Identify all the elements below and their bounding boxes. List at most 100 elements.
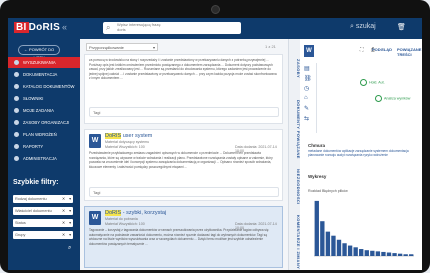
filter-owner[interactable]: Właściciel dokumentu ✕ ▾ bbox=[13, 207, 73, 215]
file-icon[interactable]: ▤ bbox=[304, 65, 312, 75]
result-snippet: Tagowanie – korzystaj z tagowania dokume… bbox=[89, 228, 269, 246]
logo-prefix: BI bbox=[14, 22, 29, 33]
chart-bar bbox=[336, 239, 342, 256]
chart-bar bbox=[331, 235, 336, 256]
result-meta: Materiał Wszystkich: 100 bbox=[105, 145, 145, 149]
sidebar: ← POWRÓT DO LISTY WYSZUKIWANIA DOKUMENTA… bbox=[8, 39, 80, 270]
chart-bar bbox=[353, 247, 358, 256]
chart-bar bbox=[359, 249, 364, 256]
preview-panel: W ⛶ ⎙ ‹ PODGLĄD POWIĄZANE TREŚCI ▤ ⛓ ◷ ⌂… bbox=[300, 39, 422, 270]
document-icon bbox=[14, 72, 19, 78]
chart-bar bbox=[397, 253, 403, 256]
add-filter-icon[interactable]: + bbox=[65, 196, 68, 202]
sort-select[interactable]: Przyporządkowanie ▾ bbox=[86, 43, 158, 51]
share-icon[interactable]: ⇆ bbox=[304, 115, 312, 125]
chart-bar bbox=[364, 250, 369, 256]
top-search-icon[interactable]: ⌕ szukaj bbox=[350, 23, 376, 31]
filter-search-icon[interactable]: ⌕ bbox=[68, 245, 71, 252]
chart-bar bbox=[342, 243, 347, 256]
chart-bar bbox=[325, 231, 331, 256]
tab-preview[interactable]: PODGLĄD bbox=[372, 47, 392, 52]
result-snippet: Przedstawienie przykładowego zestawu zag… bbox=[89, 151, 273, 169]
app-screen: BI DoRIS « ⌕ Wpisz interesującą frazę dori… bbox=[8, 18, 422, 270]
chart-bar bbox=[381, 251, 386, 256]
result-meta: Materiał Wszystkich: 100 bbox=[105, 222, 145, 226]
chevron-down-icon: ▾ bbox=[69, 197, 71, 201]
sidebar-item-tasks[interactable]: MOJE ZADANIA bbox=[8, 105, 80, 116]
result-snippet: za pomocą w środowisku na stosy i rozprz… bbox=[89, 58, 277, 81]
results-list: Przyporządkowanie ▾ 1 z 21 za pomocą w śr… bbox=[80, 39, 288, 270]
bookmark-icon[interactable]: ✎ bbox=[304, 105, 312, 115]
global-search-input[interactable]: ⌕ Wpisz interesującą frazę doris bbox=[103, 22, 241, 34]
chart-bar bbox=[375, 251, 381, 256]
result-card[interactable]: za pomocą w środowisku na stosy i rozprz… bbox=[84, 54, 283, 124]
chart-caption: Rozkład Błędnych plików bbox=[308, 189, 348, 193]
preview-side-icons: ▤ ⛓ ◷ ⌂ ✎ ⇆ bbox=[304, 65, 312, 125]
sidebar-item-search[interactable]: WYSZUKIWANIA bbox=[8, 57, 80, 68]
tags-field[interactable]: Tagi bbox=[89, 107, 279, 117]
sidebar-item-documentation[interactable]: DOKUMENTACJA bbox=[8, 69, 80, 80]
link-icon[interactable]: ⛓ bbox=[304, 75, 312, 85]
word-cloud: metadane dokumentów aplikacje zarządzani… bbox=[308, 149, 409, 157]
chart-bar bbox=[347, 245, 353, 256]
sidebar-item-reports[interactable]: RAPORTY bbox=[8, 141, 80, 152]
filter-status[interactable]: Status ✕ ▾ bbox=[13, 219, 73, 227]
chart-icon bbox=[14, 144, 19, 150]
quick-filters-title: Szybkie filtry: bbox=[13, 179, 59, 186]
tasks-icon bbox=[14, 108, 19, 114]
gear-icon bbox=[14, 156, 19, 162]
sidebar-item-dictionaries[interactable]: SŁOWNIKI bbox=[8, 93, 80, 104]
related-node[interactable]: Analiza wyników bbox=[375, 95, 410, 102]
related-node[interactable]: Hold. Aut. bbox=[360, 79, 385, 86]
org-icon bbox=[14, 120, 19, 126]
result-title[interactable]: DoRIS - szybki, korzystaj bbox=[105, 210, 166, 216]
filter-groups[interactable]: Grupy ✕ ▾ bbox=[13, 231, 73, 239]
tag-icon[interactable]: ⌂ bbox=[304, 95, 312, 105]
cloud-title: Chmura bbox=[308, 143, 326, 148]
logo-text: DoRIS bbox=[28, 22, 61, 33]
chart-bar bbox=[386, 252, 392, 256]
result-subtitle: Materiał dotyczący systemu bbox=[105, 140, 150, 144]
sidebar-item-catalog[interactable]: KATALOG DOKUMENTÓW bbox=[8, 81, 80, 92]
word-file-icon: W bbox=[89, 211, 101, 225]
sidebar-item-plan[interactable]: PLAN WDROŻEŃ bbox=[8, 129, 80, 140]
clear-icon: ✕ bbox=[61, 233, 65, 237]
search-placeholder: Wpisz interesującą frazę doris bbox=[117, 22, 161, 32]
chart-bar bbox=[403, 254, 408, 256]
divider bbox=[316, 63, 317, 133]
top-bar: BI DoRIS « ⌕ Wpisz interesującą frazę dori… bbox=[8, 18, 422, 39]
search-icon bbox=[14, 60, 19, 66]
sidebar-item-admin[interactable]: ADMINISTRACJA bbox=[8, 153, 80, 164]
chevron-down-icon: ▾ bbox=[152, 45, 155, 50]
chart-bar bbox=[320, 221, 325, 256]
chart-bar bbox=[370, 250, 375, 256]
result-card-selected[interactable]: W DoRIS - szybki, korzystaj Materiał do … bbox=[84, 206, 283, 268]
charts-title: Wykresy bbox=[308, 174, 327, 179]
back-to-list-button[interactable]: ← POWRÓT DO LISTY bbox=[18, 45, 60, 60]
result-count: 1 z 21 bbox=[265, 44, 276, 49]
tab-related-content[interactable]: POWIĄZANE TREŚCI bbox=[397, 47, 422, 57]
search-icon: ⌕ bbox=[106, 23, 111, 32]
word-file-icon: W bbox=[304, 45, 314, 57]
word-file-icon: W bbox=[89, 134, 101, 148]
result-card[interactable]: W DoRIS user system Materiał dotyczący s… bbox=[84, 129, 283, 201]
filter-doc-type[interactable]: Rodzaj dokumentu ✕ ▾ bbox=[13, 195, 73, 203]
result-title[interactable]: DoRIS user system bbox=[105, 133, 152, 139]
webcam bbox=[211, 5, 220, 14]
book-icon bbox=[14, 96, 19, 102]
sidebar-item-resources[interactable]: ZASOBY ORGANIZACJI bbox=[8, 117, 80, 128]
chart-bar bbox=[392, 253, 397, 256]
bell-icon[interactable]: 🗑 bbox=[397, 23, 406, 32]
collapse-sidebar-icon[interactable]: « bbox=[62, 22, 67, 32]
chart-bar bbox=[409, 254, 414, 256]
chart-bar bbox=[314, 200, 319, 256]
chevron-down-icon: ▾ bbox=[69, 221, 71, 225]
bar-chart bbox=[314, 200, 414, 257]
tags-field[interactable]: Tagi bbox=[89, 187, 279, 197]
add-filter-icon[interactable]: + bbox=[65, 208, 68, 214]
calendar-icon bbox=[14, 132, 19, 138]
app-logo[interactable]: BI DoRIS bbox=[14, 22, 60, 33]
history-icon[interactable]: ◷ bbox=[304, 85, 312, 95]
folder-icon bbox=[14, 84, 19, 90]
result-subtitle: Materiał do pobrania bbox=[105, 217, 138, 221]
